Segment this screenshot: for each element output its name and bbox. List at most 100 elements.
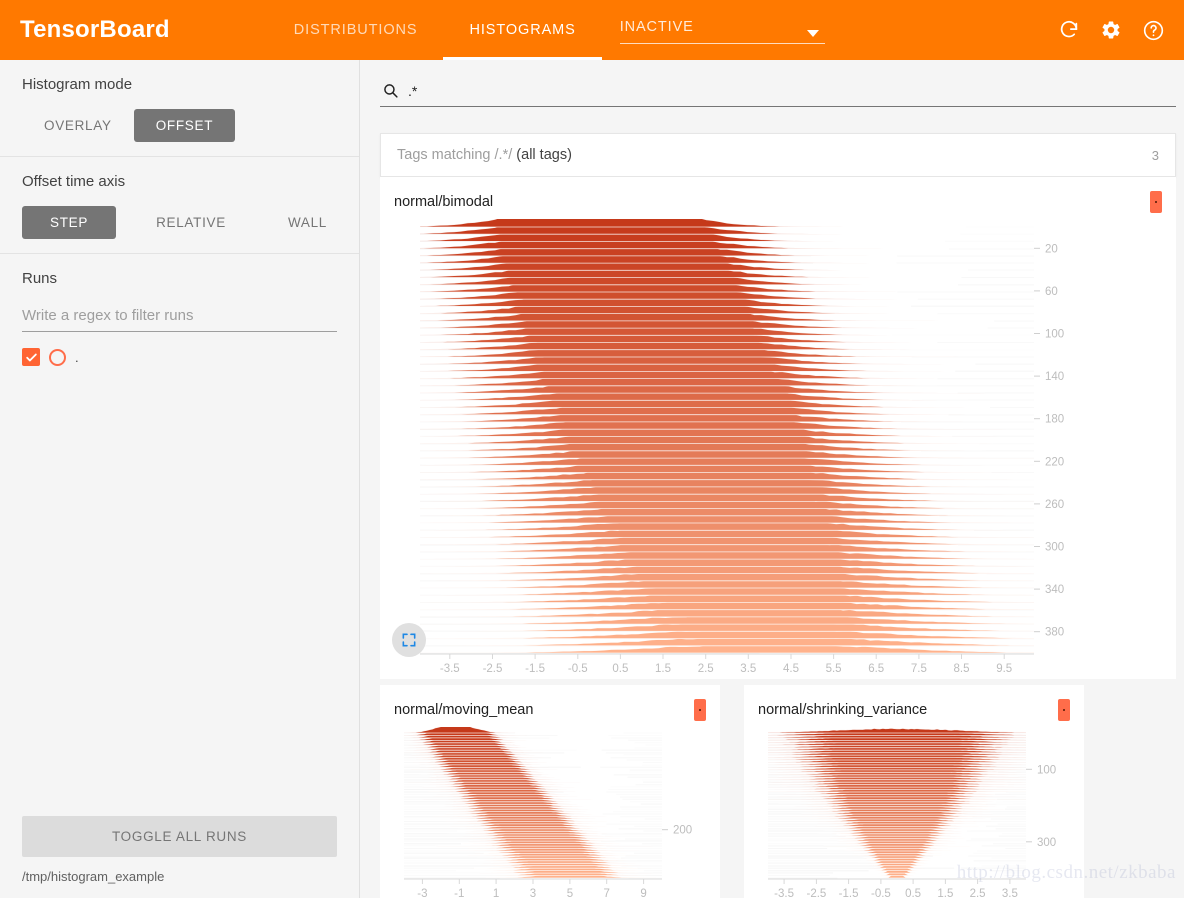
svg-text:20: 20 — [1045, 243, 1058, 255]
histogram-mode-section: Histogram mode OVERLAY OFFSET — [0, 60, 359, 156]
inactive-dropdown[interactable]: INACTIVE — [619, 0, 825, 60]
tag-search-bar[interactable]: .* — [380, 82, 1176, 107]
chart-header-moving-mean: normal/moving_mean — [380, 685, 720, 727]
histogram-mode-options: OVERLAY OFFSET — [22, 109, 337, 142]
svg-text:-0.5: -0.5 — [871, 888, 891, 898]
chart-header-bimodal: normal/bimodal — [380, 177, 1176, 219]
sidebar-footer: TOGGLE ALL RUNS /tmp/histogram_example — [0, 816, 359, 898]
svg-text:7: 7 — [603, 888, 609, 898]
svg-text:340: 340 — [1045, 584, 1064, 596]
histogram-mode-offset[interactable]: OFFSET — [133, 109, 236, 142]
histogram-mode-overlay[interactable]: OVERLAY — [22, 109, 134, 142]
main-content: .* Tags matching /.*/ (all tags) 3 norma… — [360, 60, 1184, 898]
chart-title-moving-mean: normal/moving_mean — [394, 702, 534, 718]
svg-text:1.5: 1.5 — [655, 663, 671, 675]
runs-title: Runs — [22, 270, 58, 287]
svg-text:2.5: 2.5 — [698, 663, 714, 675]
plot-svg-moving-mean: 200 -3 -1 1 3 5 7 9 — [403, 727, 692, 898]
chart-title-bimodal: normal/bimodal — [394, 194, 494, 210]
offset-time-axis-title: Offset time axis — [22, 173, 126, 190]
svg-text:7.5: 7.5 — [911, 663, 927, 675]
inactive-dropdown-label: INACTIVE — [619, 19, 694, 35]
tab-histograms[interactable]: HISTOGRAMS — [443, 0, 602, 60]
logdir-path: /tmp/histogram_example — [22, 869, 165, 884]
top-app-bar: TensorBoard DISTRIBUTIONS HISTOGRAMS INA… — [0, 0, 1184, 60]
charts-area: normal/bimodal 20 60 100 140 180 220 260 300 340… — [380, 177, 1176, 898]
tags-prefix: Tags matching — [397, 147, 495, 163]
svg-text:8.5: 8.5 — [954, 663, 970, 675]
tab-distributions[interactable]: DISTRIBUTIONS — [268, 0, 444, 60]
svg-text:1: 1 — [493, 888, 499, 898]
svg-text:180: 180 — [1045, 414, 1064, 426]
inactive-dropdown-underline — [619, 43, 825, 44]
svg-text:100: 100 — [1037, 764, 1056, 776]
svg-text:1.5: 1.5 — [937, 888, 953, 898]
plot-bimodal[interactable]: 20 60 100 140 180 220 260 300 340 380 -3.5 -2.5 -1.5… — [380, 219, 1176, 679]
plot-moving-mean[interactable]: 200 -3 -1 1 3 5 7 9 — [380, 727, 720, 898]
tags-suffix: (all tags) — [516, 147, 572, 163]
svg-text:3.5: 3.5 — [1002, 888, 1018, 898]
svg-text:-1.5: -1.5 — [525, 663, 545, 675]
tags-header-text: Tags matching /.*/ (all tags) — [397, 147, 572, 163]
help-icon[interactable] — [1140, 17, 1166, 43]
runs-section: Runs . — [0, 253, 359, 380]
tags-header[interactable]: Tags matching /.*/ (all tags) 3 — [381, 134, 1175, 176]
svg-text:-3: -3 — [417, 888, 427, 898]
tab-distributions-label: DISTRIBUTIONS — [293, 22, 418, 38]
offset-axis-step[interactable]: STEP — [22, 206, 117, 239]
plot-shrinking-variance[interactable]: 100 300 -3.5 -2.5 -1.5 -0.5 0.5 1.5 2.5 3.5 — [744, 727, 1084, 898]
svg-text:0.5: 0.5 — [905, 888, 921, 898]
search-input-value: .* — [408, 82, 418, 99]
sidebar: Histogram mode OVERLAY OFFSET Offset tim… — [0, 60, 360, 898]
svg-text:60: 60 — [1045, 286, 1058, 298]
run-badge-bimodal[interactable] — [1150, 191, 1162, 213]
svg-text:140: 140 — [1045, 371, 1064, 383]
svg-text:-0.5: -0.5 — [568, 663, 588, 675]
offset-time-axis-options: STEP RELATIVE WALL — [22, 206, 337, 239]
page-body: Histogram mode OVERLAY OFFSET Offset tim… — [0, 60, 1184, 898]
svg-text:100: 100 — [1045, 329, 1064, 341]
chart-title-shrinking-variance: normal/shrinking_variance — [758, 702, 928, 718]
run-item[interactable]: . — [22, 348, 337, 366]
chart-card-moving-mean: normal/moving_mean 200 -3 -1 1 3 5 7 9 — [380, 685, 720, 898]
top-bar-actions — [1056, 0, 1184, 60]
search-icon — [382, 82, 399, 99]
run-checkbox[interactable] — [22, 348, 40, 366]
svg-text:300: 300 — [1037, 837, 1056, 849]
svg-text:9.5: 9.5 — [996, 663, 1012, 675]
svg-text:380: 380 — [1045, 627, 1064, 639]
svg-text:200: 200 — [673, 825, 692, 837]
plot-svg-shrinking-variance: 100 300 -3.5 -2.5 -1.5 -0.5 0.5 1.5 2.5 3.5 — [767, 727, 1056, 898]
run-badge-moving-mean[interactable] — [694, 699, 706, 721]
svg-text:-2.5: -2.5 — [483, 663, 503, 675]
runs-filter-input[interactable] — [22, 303, 337, 332]
nav-tabs: DISTRIBUTIONS HISTOGRAMS — [268, 0, 602, 60]
tags-matching-card: Tags matching /.*/ (all tags) 3 — [380, 133, 1176, 177]
app-title: TensorBoard — [20, 16, 170, 43]
settings-icon[interactable] — [1098, 17, 1124, 43]
chart-card-shrinking-variance: normal/shrinking_variance 100 300 -3.5 -2.5… — [744, 685, 1084, 898]
run-badge-shrinking-variance[interactable] — [1058, 699, 1070, 721]
expand-chart-button-bimodal[interactable] — [392, 623, 426, 657]
svg-text:3: 3 — [530, 888, 536, 898]
svg-text:260: 260 — [1045, 499, 1064, 511]
svg-text:-1: -1 — [454, 888, 464, 898]
svg-text:5.5: 5.5 — [826, 663, 842, 675]
svg-text:3.5: 3.5 — [740, 663, 756, 675]
svg-text:6.5: 6.5 — [868, 663, 884, 675]
svg-text:9: 9 — [640, 888, 646, 898]
run-item-label: . — [75, 349, 79, 365]
offset-time-axis-section: Offset time axis STEP RELATIVE WALL — [0, 156, 359, 253]
svg-text:5: 5 — [567, 888, 573, 898]
svg-text:-1.5: -1.5 — [839, 888, 859, 898]
toggle-all-runs-button[interactable]: TOGGLE ALL RUNS — [22, 816, 337, 857]
plot-svg-bimodal: 20 60 100 140 180 220 260 300 340 380 -3.5 -2.5 -1.5… — [419, 219, 1064, 675]
offset-axis-relative[interactable]: RELATIVE — [134, 206, 248, 239]
refresh-icon[interactable] — [1056, 17, 1082, 43]
run-color-circle-icon — [49, 348, 66, 366]
svg-text:-2.5: -2.5 — [806, 888, 826, 898]
svg-text:220: 220 — [1045, 456, 1064, 468]
tags-count: 3 — [1151, 147, 1159, 163]
offset-axis-wall[interactable]: WALL — [266, 206, 349, 239]
histogram-mode-title: Histogram mode — [22, 76, 133, 93]
